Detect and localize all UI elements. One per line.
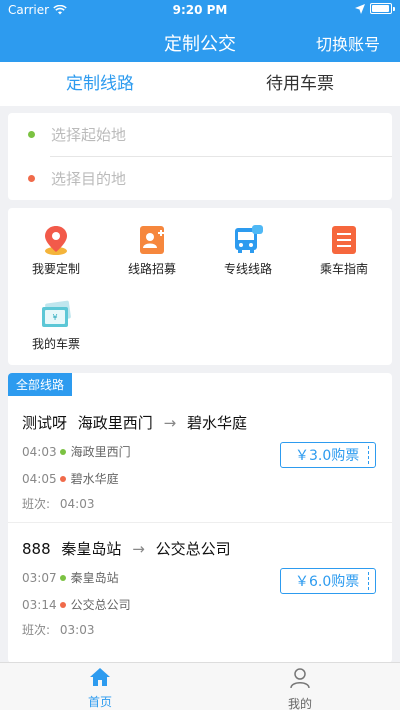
menu-ride-guide[interactable]: 乘车指南 [296, 224, 392, 277]
status-bar: Carrier 9:20 PM [0, 0, 400, 20]
user-icon [290, 668, 310, 689]
route-item[interactable]: 888 秦皇岛站 → 公交总公司 03:07 秦皇岛站 03:14 公交总公司 … [8, 523, 392, 663]
battery-icon [370, 3, 395, 14]
menu-label: 专线线路 [223, 262, 272, 276]
tab-bar: 定制线路 待用车票 [0, 62, 400, 106]
start-row [8, 113, 392, 156]
bottom-nav: 首页 我的 [0, 662, 400, 710]
end-dot-icon [28, 175, 35, 182]
shift-info: 班次: 04:03 [22, 495, 94, 512]
recruit-icon [136, 224, 168, 256]
menu-label: 我的车票 [31, 337, 80, 351]
nav-mine[interactable]: 我的 [200, 663, 400, 710]
route-name: 测试呀 [22, 414, 68, 432]
buy-ticket-button[interactable]: ￥6.0购票 [280, 568, 376, 594]
shift-time: 04:03 [59, 497, 95, 511]
shift-label: 班次: [22, 497, 51, 511]
start-dot-icon [59, 574, 66, 581]
route-arrow: → [163, 414, 177, 432]
tab-custom-routes[interactable]: 定制线路 [0, 62, 200, 106]
route-to: 公交总公司 [155, 540, 231, 558]
shift-info: 班次: 03:03 [22, 621, 94, 638]
svg-text:¥: ¥ [52, 313, 57, 322]
app-header: Carrier 9:20 PM 定制公交 切换账号 [0, 0, 400, 62]
stop-row-start: 04:03 海政里西门 [22, 443, 131, 460]
nav-label: 首页 [87, 695, 112, 709]
menu-my-tickets[interactable]: ¥ 我的车票 [8, 299, 104, 352]
switch-account-button[interactable]: 切换账号 [316, 31, 380, 55]
shift-label: 班次: [22, 623, 51, 637]
shift-time: 03:03 [59, 623, 95, 637]
nav-home[interactable]: 首页 [0, 663, 200, 710]
route-title: 888 秦皇岛站 → 公交总公司 [22, 538, 231, 559]
stop-time: 04:05 [22, 471, 57, 486]
status-time: 9:20 PM [172, 3, 228, 17]
stop-time: 03:14 [22, 597, 57, 612]
stop-row-end: 03:14 公交总公司 [22, 596, 131, 613]
start-dot-icon [28, 131, 35, 138]
route-arrow: → [132, 540, 145, 558]
menu-route-recruit[interactable]: 线路招募 [104, 224, 200, 277]
menu-label: 乘车指南 [319, 262, 368, 276]
start-dot-icon [59, 448, 66, 455]
stop-time: 04:03 [22, 444, 57, 459]
route-to: 碧水华庭 [186, 414, 247, 432]
stop-name: 碧水华庭 [70, 472, 119, 486]
menu-custom-route[interactable]: 我要定制 [8, 224, 104, 277]
route-list: 全部线路 测试呀 海政里西门 → 碧水华庭 04:03 海政里西门 04:05 … [8, 373, 392, 663]
menu-label: 我要定制 [31, 262, 80, 276]
stop-name: 秦皇岛站 [70, 571, 119, 585]
stop-time: 03:07 [22, 570, 57, 585]
nav-label: 我的 [287, 697, 312, 710]
route-item[interactable]: 测试呀 海政里西门 → 碧水华庭 04:03 海政里西门 04:05 碧水华庭 … [8, 373, 392, 523]
ticket-icon: ¥ [40, 299, 72, 331]
menu-label: 线路招募 [127, 262, 176, 276]
buy-ticket-button[interactable]: ￥3.0购票 [280, 442, 376, 468]
menu-special-line[interactable]: 专线线路 [200, 224, 296, 277]
home-icon [90, 668, 110, 686]
route-title: 测试呀 海政里西门 → 碧水华庭 [22, 412, 247, 433]
route-name: 888 [22, 540, 51, 558]
end-dot-icon [59, 475, 66, 482]
end-location-input[interactable] [51, 169, 351, 188]
stop-row-end: 04:05 碧水华庭 [22, 470, 119, 487]
tab-pending-tickets[interactable]: 待用车票 [200, 62, 400, 106]
route-input-card [8, 113, 392, 200]
end-dot-icon [59, 601, 66, 608]
location-arrow-icon [355, 3, 365, 14]
guide-icon [328, 224, 360, 256]
stop-name: 公交总公司 [70, 598, 131, 612]
route-from: 海政里西门 [77, 414, 153, 432]
start-location-input[interactable] [51, 125, 351, 144]
stop-name: 海政里西门 [70, 445, 131, 459]
stop-row-start: 03:07 秦皇岛站 [22, 569, 119, 586]
location-pin-icon [40, 224, 72, 256]
route-from: 秦皇岛站 [61, 540, 122, 558]
status-right [355, 3, 395, 14]
bus-icon [232, 224, 264, 256]
quick-menu: 我要定制 线路招募 专线线路 乘车指南 ¥ 我的车票 [8, 208, 392, 365]
end-row [8, 157, 392, 200]
